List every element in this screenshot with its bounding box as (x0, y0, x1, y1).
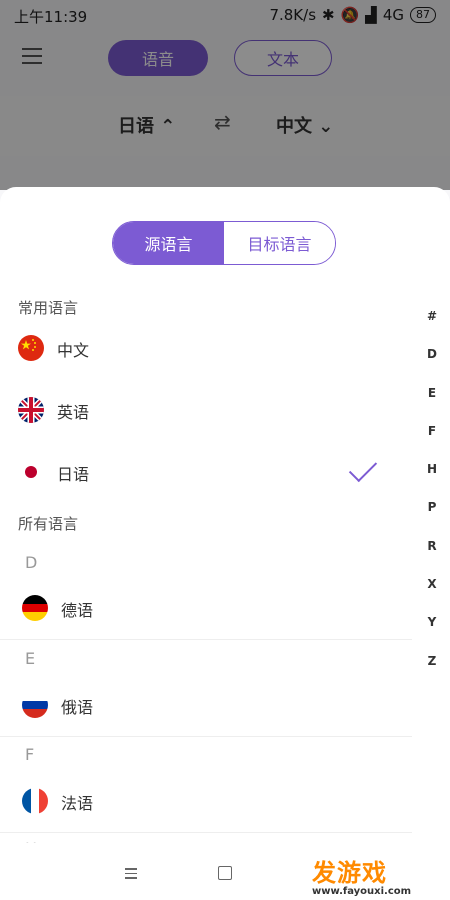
language-item-german[interactable]: 德语 (0, 577, 412, 640)
russia-flag-icon (22, 692, 48, 718)
germany-flag-icon (22, 595, 48, 621)
index-letter[interactable]: F (422, 424, 442, 462)
common-languages-title: 常用语言 (18, 299, 79, 317)
alphabet-index[interactable]: # D E F H P R X Y Z (422, 309, 442, 692)
language-label: 英语 (57, 403, 90, 422)
france-flag-icon (22, 788, 48, 814)
language-item-japanese[interactable]: 日语 (0, 441, 412, 503)
language-picker-sheet: 源语言 目标语言 常用语言 中文 英语 日语 所有语言 D 德语 E 俄语 F … (0, 187, 450, 900)
index-letter[interactable]: H (422, 462, 442, 500)
index-letter[interactable]: Z (422, 654, 442, 692)
checkmark-icon (348, 453, 378, 483)
index-letter[interactable]: Y (422, 615, 442, 653)
language-side-toggle: 源语言 目标语言 (112, 221, 336, 265)
home-icon[interactable] (218, 866, 232, 880)
language-item-french[interactable]: 法语 (0, 770, 412, 833)
language-item-chinese[interactable]: 中文 (0, 317, 412, 379)
watermark-url: www.fayouxi.com (312, 886, 412, 897)
watermark-main: 发游戏 (312, 859, 387, 887)
index-letter[interactable]: X (422, 577, 442, 615)
language-label: 中文 (57, 341, 90, 360)
tab-target-language[interactable]: 目标语言 (224, 222, 335, 264)
language-label: 俄语 (61, 698, 94, 717)
tab-source-language[interactable]: 源语言 (113, 222, 224, 264)
language-item-english[interactable]: 英语 (0, 379, 412, 441)
uk-flag-icon (18, 397, 44, 423)
index-letter[interactable]: P (422, 500, 442, 538)
japan-flag-icon (18, 459, 44, 485)
language-item-russian[interactable]: 俄语 (0, 674, 412, 737)
system-nav-bar: 发游戏 www.fayouxi.com (0, 843, 450, 900)
all-languages-title: 所有语言 (18, 515, 79, 533)
language-label: 日语 (57, 465, 90, 484)
group-letter: D (25, 553, 38, 572)
watermark-logo: 发游戏 www.fayouxi.com (312, 853, 411, 897)
group-letter: F (25, 745, 35, 764)
index-letter[interactable]: E (422, 386, 442, 424)
language-label: 德语 (61, 601, 94, 620)
group-letter: E (25, 649, 36, 668)
language-label: 法语 (61, 794, 94, 813)
index-letter[interactable]: D (422, 347, 442, 385)
dim-overlay[interactable] (0, 0, 450, 190)
index-letter[interactable]: R (422, 539, 442, 577)
china-flag-icon (18, 335, 44, 361)
recent-apps-icon[interactable] (125, 868, 137, 882)
index-letter[interactable]: # (422, 309, 442, 347)
